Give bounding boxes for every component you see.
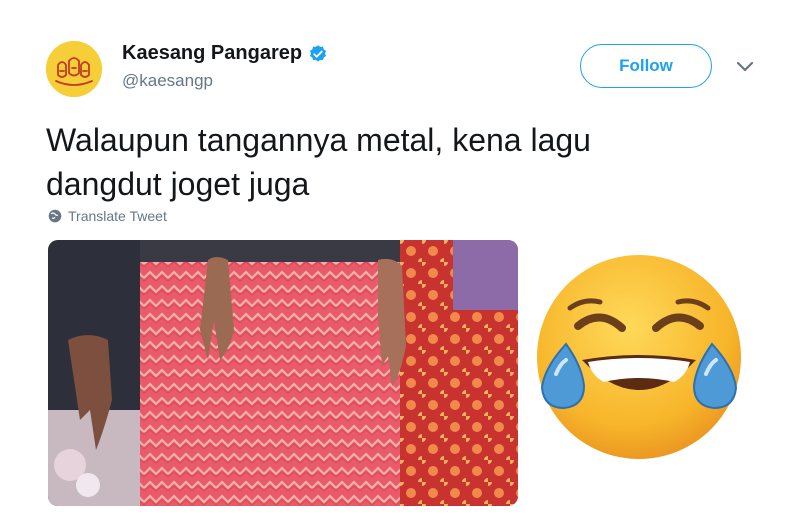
globe-icon [48, 209, 62, 223]
tweet-card: Kaesang Pangarep @kaesangp Follow Walaup… [0, 0, 800, 530]
avatar-dogs-icon [46, 41, 102, 97]
face-with-tears-of-joy-icon [537, 255, 741, 459]
translate-tweet-link[interactable]: Translate Tweet [48, 208, 167, 224]
verified-badge-icon [310, 44, 327, 62]
chevron-down-icon[interactable] [735, 60, 755, 74]
avatar[interactable] [46, 41, 102, 97]
follow-button[interactable]: Follow [580, 44, 712, 88]
author-handle[interactable]: @kaesangp [122, 71, 328, 91]
tweet-photo[interactable] [48, 240, 518, 506]
author-block: Kaesang Pangarep @kaesangp [122, 42, 328, 91]
translate-label: Translate Tweet [68, 208, 167, 224]
tweet-text: Walaupun tangannya metal, kena lagu dang… [46, 122, 591, 202]
photo-content [48, 240, 518, 506]
author-name[interactable]: Kaesang Pangarep [122, 42, 302, 65]
